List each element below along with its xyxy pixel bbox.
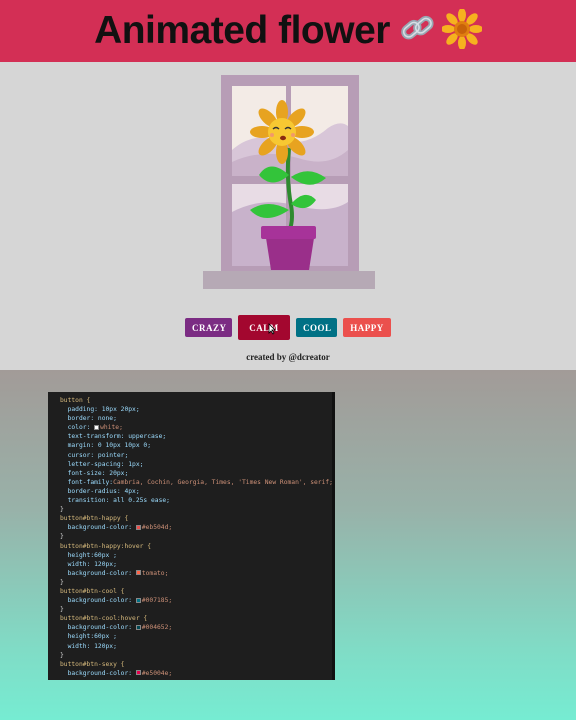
author-credit: created by @dcreator — [246, 352, 330, 362]
code-line: cursor: pointer; — [67, 451, 129, 459]
code-line: } — [60, 578, 64, 586]
code-line: padding: 10px 20px; — [67, 406, 140, 414]
code-line: button#btn-happy { — [60, 515, 129, 523]
happy-button[interactable]: HAPPY — [343, 318, 391, 337]
code-value: #eb504d; — [141, 524, 173, 532]
code-line: button#btn-sexy { — [60, 660, 125, 668]
code-line: background-color: — [67, 624, 136, 632]
code-line: height:60px ; — [67, 551, 117, 559]
code-value: #e5004e; — [141, 669, 173, 677]
code-value: Cambria, Cochin, Georgia, Times, 'Times … — [113, 478, 333, 486]
code-line: border-radius: 4px; — [67, 487, 140, 495]
css-code-panel: button { padding: 10px 20px; border: non… — [48, 392, 335, 680]
code-value: tomato; — [141, 569, 169, 577]
cool-button[interactable]: COOL — [296, 318, 337, 337]
mouse-cursor-icon — [268, 323, 276, 335]
code-line: button#btn-cool:hover { — [60, 615, 148, 623]
code-line: text-transform: uppercase; — [67, 433, 167, 441]
code-line: color: — [67, 424, 95, 432]
code-line: font-size: 20px; — [67, 469, 129, 477]
code-line: button#btn-happy:hover { — [60, 542, 151, 550]
code-line: button#btn-cool { — [60, 587, 125, 595]
code-line: height:60px ; — [67, 633, 117, 641]
code-line: width: 120px; — [67, 642, 117, 650]
mood-buttons: CRAZY CALM COOL HAPPY — [0, 315, 576, 340]
code-line: border: none; — [67, 415, 117, 423]
code-line: transition: all 0.25s ease; — [67, 497, 170, 505]
code-line: } — [60, 606, 64, 614]
color-swatch — [135, 597, 141, 603]
color-swatch — [135, 524, 141, 530]
page-title: Animated flower — [94, 9, 390, 52]
code-value: #004652; — [141, 624, 173, 632]
code-value: #007185; — [141, 597, 173, 605]
code-line: background-color: — [67, 597, 136, 605]
code-line: } — [60, 651, 64, 659]
code-line: background-color: — [67, 524, 136, 532]
color-swatch — [135, 624, 141, 630]
code-line: background-color: — [67, 669, 136, 677]
code-line: background-color: — [67, 569, 136, 577]
color-swatch — [94, 424, 100, 430]
blossom-icon — [440, 8, 483, 53]
header-banner: Animated flower — [0, 0, 576, 62]
code-line: margin: 0 10px 10px 0; — [67, 442, 151, 450]
link-icon — [400, 11, 436, 51]
code-line: button { — [60, 397, 91, 404]
code-value: white; — [100, 424, 123, 432]
crazy-button[interactable]: CRAZY — [185, 318, 232, 337]
header-emoji-group — [400, 8, 483, 53]
code-line: } — [60, 506, 64, 514]
calm-button[interactable]: CALM — [238, 315, 290, 340]
code-line: font-family: — [67, 478, 114, 486]
code-line: width: 120px; — [67, 560, 117, 568]
code-line: letter-spacing: 1px; — [67, 460, 144, 468]
color-swatch — [135, 670, 141, 676]
code-line: } — [60, 533, 64, 541]
color-swatch — [135, 570, 141, 576]
